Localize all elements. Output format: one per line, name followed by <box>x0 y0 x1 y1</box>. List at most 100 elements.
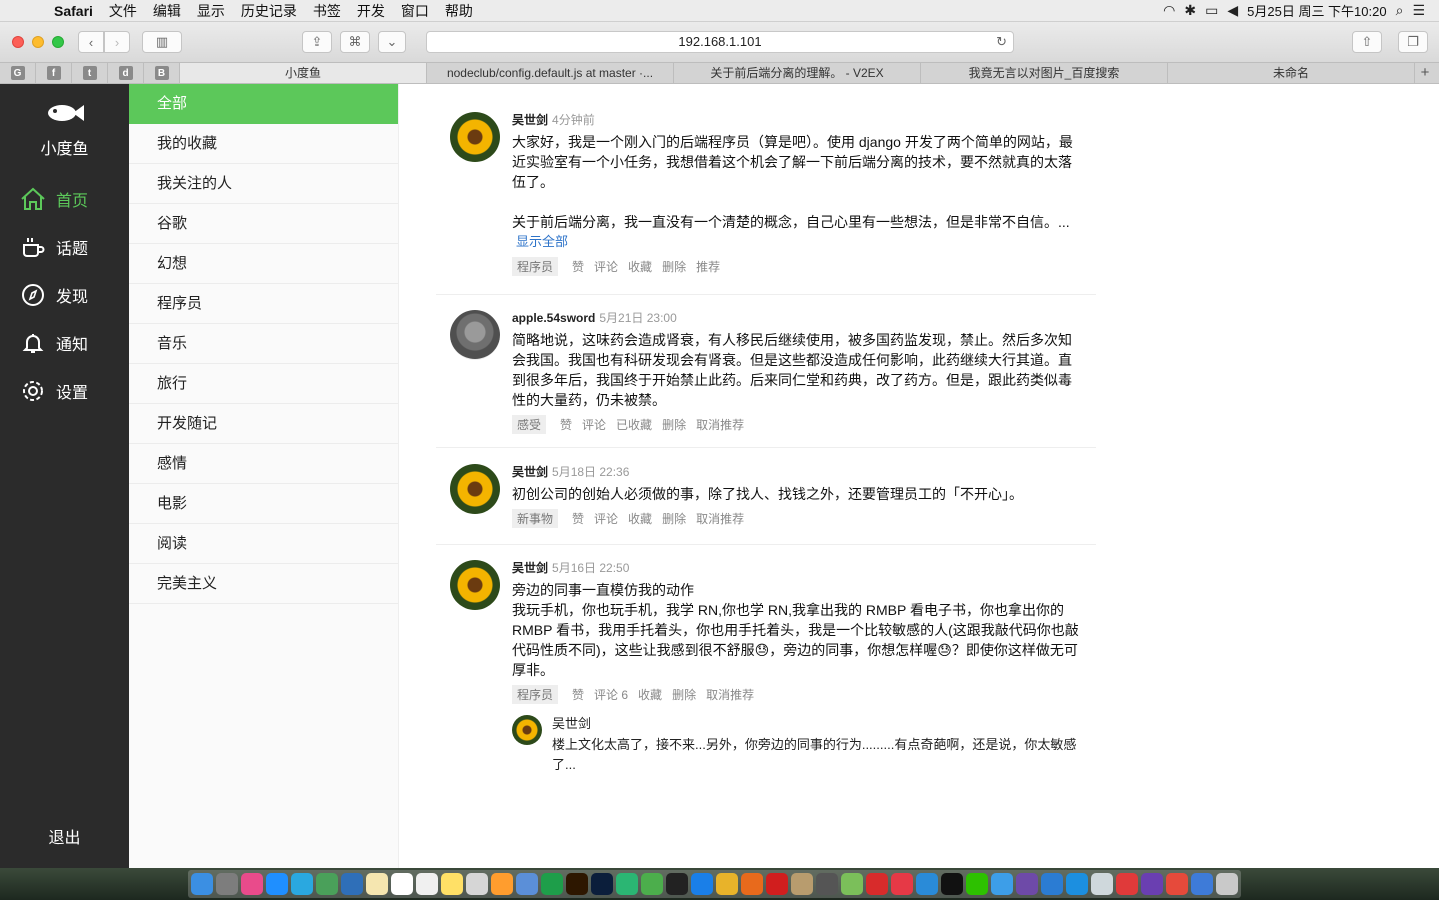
delete-button[interactable]: 删除 <box>662 416 686 433</box>
post-author[interactable]: apple.54sword <box>512 311 595 325</box>
unrecommend-button[interactable]: 取消推荐 <box>706 686 754 703</box>
virtualbox-icon[interactable] <box>1041 873 1063 895</box>
stickies-icon[interactable] <box>441 873 463 895</box>
forward-button[interactable]: › <box>104 31 130 53</box>
address-bar[interactable]: 192.168.1.101 ↻ <box>426 31 1014 53</box>
volume-icon[interactable]: ◀ <box>1227 2 1238 19</box>
comment-button[interactable]: 评论 <box>594 510 618 527</box>
contacts-icon[interactable] <box>466 873 488 895</box>
favorite-button[interactable]: 收藏 <box>628 258 652 275</box>
delete-button[interactable]: 删除 <box>672 686 696 703</box>
tabs-overview-button[interactable]: ❐ <box>1398 31 1428 53</box>
minimize-window-button[interactable] <box>32 36 44 48</box>
qq-icon[interactable] <box>941 873 963 895</box>
tab-nodeclub[interactable]: nodeclub/config.default.js at master ·..… <box>427 63 674 83</box>
favorited-button[interactable]: 已收藏 <box>616 416 652 433</box>
category-item-programmer[interactable]: 程序员 <box>129 284 398 324</box>
sourcetree-icon[interactable] <box>616 873 638 895</box>
menu-view[interactable]: 显示 <box>189 1 233 21</box>
like-button[interactable]: 赞 <box>572 510 584 527</box>
avatar[interactable] <box>450 560 500 610</box>
avatar[interactable] <box>450 464 500 514</box>
recommend-button[interactable]: 推荐 <box>696 258 720 275</box>
close-window-button[interactable] <box>12 36 24 48</box>
post-content[interactable]: 初创公司的创始人必须做的事，除了找人、找钱之外，还要管理员工的「不开心」。 <box>512 484 1082 504</box>
illustrator-icon[interactable] <box>566 873 588 895</box>
menu-window[interactable]: 窗口 <box>393 1 437 21</box>
qr-icon[interactable] <box>841 873 863 895</box>
menu-develop[interactable]: 开发 <box>349 1 393 21</box>
list-icon[interactable]: ☰ <box>1412 2 1425 19</box>
archive-icon[interactable] <box>791 873 813 895</box>
opera-icon[interactable] <box>766 873 788 895</box>
post-content[interactable]: 旁边的同事一直模仿我的动作 我玩手机，你也玩手机，我学 RN,你也学 RN,我拿… <box>512 580 1082 680</box>
pinned-tab-facebook[interactable]: f <box>36 63 72 83</box>
like-button[interactable]: 赞 <box>572 686 584 703</box>
category-item-reading[interactable]: 阅读 <box>129 524 398 564</box>
post-tag[interactable]: 程序员 <box>512 256 559 276</box>
tab-untitled[interactable]: 未命名 <box>1168 63 1415 83</box>
nav-home[interactable]: 首页 <box>20 186 88 212</box>
battery-icon[interactable]: ▭ <box>1205 2 1218 19</box>
android-icon[interactable] <box>641 873 663 895</box>
sidebar-toggle-button[interactable]: ▥ <box>142 31 182 53</box>
clock[interactable]: 5月25日 周三 下午10:20 <box>1247 1 1386 20</box>
comment-button[interactable]: 评论 6 <box>594 686 628 703</box>
comment-avatar[interactable] <box>512 715 542 745</box>
unrecommend-button[interactable]: 取消推荐 <box>696 416 744 433</box>
wechat-icon[interactable] <box>966 873 988 895</box>
new-tab-button[interactable]: + <box>1415 63 1435 83</box>
post-tag[interactable]: 新事物 <box>512 508 559 528</box>
calendar-icon[interactable] <box>391 873 413 895</box>
tab-v2ex[interactable]: 关于前后端分离的理解。 - V2EX <box>674 63 921 83</box>
extension-button[interactable]: ⇪ <box>302 31 332 53</box>
share-button[interactable]: ⇧ <box>1352 31 1382 53</box>
nav-topics[interactable]: 话题 <box>20 234 88 260</box>
avatar[interactable] <box>450 310 500 360</box>
category-item-music[interactable]: 音乐 <box>129 324 398 364</box>
firefox-icon[interactable] <box>741 873 763 895</box>
category-item-following[interactable]: 我关注的人 <box>129 164 398 204</box>
comment-button[interactable]: 评论 <box>582 416 606 433</box>
git-icon[interactable] <box>1166 873 1188 895</box>
reload-icon[interactable]: ↻ <box>996 32 1007 52</box>
category-item-perfectionism[interactable]: 完美主义 <box>129 564 398 604</box>
pinned-tab-google[interactable]: G <box>0 63 36 83</box>
menu-app-name[interactable]: Safari <box>46 3 101 19</box>
netease-icon[interactable] <box>866 873 888 895</box>
airplane-icon[interactable] <box>916 873 938 895</box>
post-author[interactable]: 吴世剑 <box>512 465 548 479</box>
back-button[interactable]: ‹ <box>78 31 104 53</box>
bluetooth-icon[interactable]: ✱ <box>1184 2 1196 19</box>
menu-history[interactable]: 历史记录 <box>233 1 305 21</box>
safari-icon[interactable] <box>691 873 713 895</box>
avatar[interactable] <box>450 112 500 162</box>
menu-edit[interactable]: 编辑 <box>145 1 189 21</box>
category-item-fantasy[interactable]: 幻想 <box>129 244 398 284</box>
delete-button[interactable]: 删除 <box>662 510 686 527</box>
menu-bookmarks[interactable]: 书签 <box>305 1 349 21</box>
finder-icon[interactable] <box>191 873 213 895</box>
launchpad-icon[interactable] <box>216 873 238 895</box>
category-item-google[interactable]: 谷歌 <box>129 204 398 244</box>
photoshop-icon[interactable] <box>591 873 613 895</box>
tab-xiaoduyu[interactable]: 小度鱼 <box>180 63 427 83</box>
category-item-movies[interactable]: 电影 <box>129 484 398 524</box>
mweb-icon[interactable] <box>1066 873 1088 895</box>
show-all-link[interactable]: 显示全部 <box>516 232 1082 252</box>
category-item-all[interactable]: 全部 <box>129 84 398 124</box>
logout-button[interactable]: 退出 <box>0 824 129 848</box>
trash-icon[interactable] <box>1216 873 1238 895</box>
weibo-icon[interactable] <box>891 873 913 895</box>
tab-baidu[interactable]: 我竟无言以对图片_百度搜索 <box>921 63 1168 83</box>
comment-author[interactable]: 吴世剑 <box>552 715 1082 733</box>
downloads-icon[interactable] <box>1191 873 1213 895</box>
photos-icon[interactable] <box>491 873 513 895</box>
zoom-window-button[interactable] <box>52 36 64 48</box>
mail-icon[interactable] <box>516 873 538 895</box>
post-tag[interactable]: 程序员 <box>512 684 559 704</box>
music-icon[interactable] <box>241 873 263 895</box>
drop-icon[interactable] <box>1091 873 1113 895</box>
like-button[interactable]: 赞 <box>560 416 572 433</box>
category-item-favorites[interactable]: 我的收藏 <box>129 124 398 164</box>
